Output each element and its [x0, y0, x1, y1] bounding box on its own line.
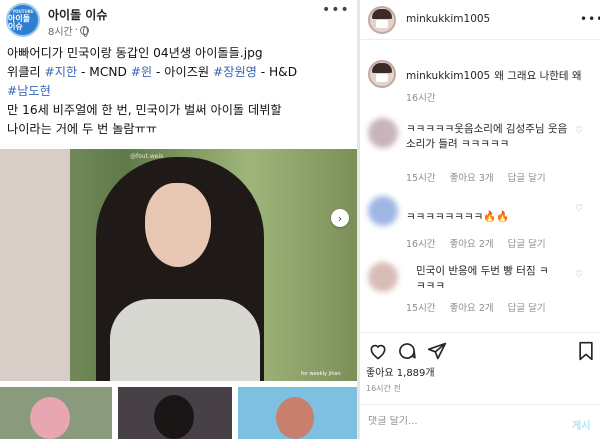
action-bar [360, 332, 600, 368]
thumbnail-image[interactable] [118, 387, 232, 439]
image-caption: for weekly jihan [301, 371, 341, 377]
header-username[interactable]: minkukkim1005 [406, 13, 490, 25]
post-text: 아빠어디가 민국이랑 동갑인 04년생 아이돌들.jpg 위클리 #지한 - M… [7, 44, 352, 139]
comment-meta: 15시간 좋아요 3개 답글 달기 [406, 170, 546, 184]
heart-icon[interactable] [368, 341, 388, 361]
ig-header: minkukkim1005 ••• [360, 0, 600, 40]
clothing-shape [110, 299, 260, 381]
thumbnail-image[interactable] [0, 387, 112, 439]
image-watermark: @fout.weis [130, 153, 164, 160]
post-line: #남도현 [7, 82, 352, 101]
face-shape [145, 183, 211, 267]
reply-button[interactable]: 답글 달기 [508, 236, 546, 250]
post-line: 아빠어디가 민국이랑 동갑인 04년생 아이돌들.jpg [7, 46, 263, 60]
caption-username[interactable]: minkukkim1005 [406, 70, 490, 82]
image-side-panel [0, 149, 70, 381]
more-options-icon[interactable]: ••• [322, 2, 350, 18]
reply-button[interactable]: 답글 달기 [508, 300, 546, 314]
comment-time: 15시간 [406, 303, 436, 314]
globe-icon [79, 26, 89, 37]
bookmark-icon[interactable] [576, 341, 596, 361]
hashtag-link[interactable]: #윈 [131, 65, 152, 79]
hashtag-link[interactable]: #장원영 [213, 65, 257, 79]
avatar-text: 아이돌 이슈 [8, 13, 31, 31]
share-icon[interactable] [427, 341, 447, 361]
comment-icon[interactable] [397, 341, 417, 361]
caption-time: 16시간 [406, 93, 436, 104]
comment-text: 민국이 반응에 두번 빵 터짐 ㅋㅋㅋㅋ [416, 265, 549, 292]
post-date: 16시간 전 [366, 384, 401, 393]
comment-input[interactable] [368, 416, 548, 427]
heart-icon[interactable]: ♡ [575, 270, 583, 280]
comment-text: ㅋㅋㅋㅋㅋㅋㅋㅋ🔥🔥 [406, 211, 510, 223]
hashtag-link[interactable]: #남도현 [7, 84, 51, 98]
caption-text: 왜 그래요 나한테 왜 [494, 70, 582, 82]
commenter-avatar[interactable] [368, 196, 398, 226]
post-header: YOUTUBE 아이돌 이슈 아이돌 이슈 8시간 · ••• [0, 0, 357, 40]
hashtag-link[interactable]: #지한 [45, 65, 78, 79]
page-avatar[interactable]: YOUTUBE 아이돌 이슈 [6, 3, 40, 37]
page-name[interactable]: 아이돌 이슈 [48, 6, 107, 23]
comment-likes[interactable]: 좋아요 3개 [450, 170, 494, 184]
instagram-panel: minkukkim1005 ••• minkukkim1005 왜 그래요 나한테… [360, 0, 600, 439]
reply-button[interactable]: 답글 달기 [508, 170, 546, 184]
post-time[interactable]: 8시간 [48, 23, 73, 38]
caption: minkukkim1005 왜 그래요 나한테 왜 [406, 68, 582, 83]
thumbnail-image[interactable] [238, 387, 357, 439]
post-button[interactable]: 게시 [572, 417, 590, 432]
comment-likes[interactable]: 좋아요 2개 [450, 300, 494, 314]
facebook-post: YOUTUBE 아이돌 이슈 아이돌 이슈 8시간 · ••• 아빠어디가 민국… [0, 0, 357, 439]
commenter-avatar[interactable] [368, 118, 398, 148]
post-meta: 8시간 · [48, 23, 89, 38]
caption-avatar[interactable] [368, 60, 396, 88]
likes-count[interactable]: 좋아요 1,889개 [366, 364, 435, 379]
more-options-icon[interactable]: ••• [580, 12, 600, 26]
user-avatar[interactable] [368, 6, 396, 34]
comment-time: 15시간 [406, 173, 436, 184]
comment-box: 게시 [360, 404, 600, 439]
comment-likes[interactable]: 좋아요 2개 [450, 236, 494, 250]
commenter-avatar[interactable] [368, 262, 398, 292]
comment-text: ㅋㅋㅋㅋㅋ웃음소리에 김성주님 웃음소리가 들려 ㅋㅋㅋㅋㅋ [406, 123, 568, 150]
post-line: 나이라는 거에 두 번 놀람ㅠㅠ [7, 122, 158, 136]
post-line: 위클리 #지한 - MCND #윈 - 아이즈원 #장원영 - H&D [7, 65, 298, 79]
comment-time: 16시간 [406, 239, 436, 250]
heart-icon[interactable]: ♡ [575, 204, 583, 214]
comment-meta: 16시간 좋아요 2개 답글 달기 [406, 236, 546, 250]
heart-icon[interactable]: ♡ [575, 126, 583, 136]
comment-meta: 15시간 좋아요 2개 답글 달기 [406, 300, 546, 314]
image-thumbnails [0, 387, 357, 439]
next-arrow-icon[interactable]: › [331, 209, 349, 227]
post-image[interactable]: @fout.weis for weekly jihan › [0, 149, 357, 381]
post-line: 만 16세 비주얼에 한 번, 민국이가 벌써 아이돌 데뷔할 [7, 103, 282, 117]
avatar-small-text: YOUTUBE [12, 8, 34, 14]
